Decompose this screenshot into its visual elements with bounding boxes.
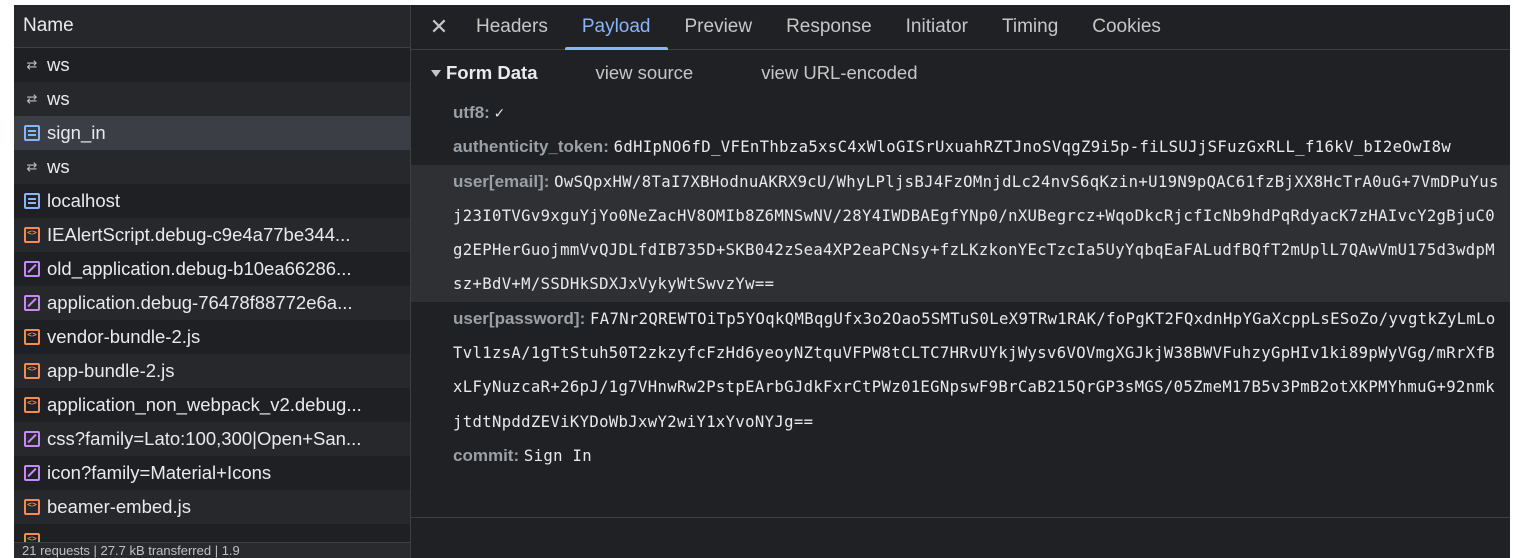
field-key: commit: [453,445,520,465]
request-list: Name ⇄ ws ⇄ ws sign_in ⇄ ws localhost IEAlertScr… [14,5,411,558]
request-row[interactable]: beamer-embed.js [14,490,410,524]
tab-preview[interactable]: Preview [668,5,770,49]
stylesheet-icon [24,295,40,311]
request-name: beamer-embed.js [47,496,191,517]
websocket-icon: ⇄ [26,91,38,106]
form-data-fields: utf8: ✓ authenticity_token: 6dHIpNO6fD_VF… [411,96,1510,473]
request-name: ws [47,156,70,177]
request-row[interactable]: icon?family=Material+Icons [14,456,410,490]
form-data-section-header[interactable]: Form Data view source view URL-encoded [411,50,1510,96]
field-key: user[password]: [453,308,586,328]
stylesheet-icon [24,431,40,447]
collapse-triangle-icon[interactable] [431,69,441,77]
tab-timing[interactable]: Timing [985,5,1075,49]
field-value: ✓ [494,104,505,122]
close-icon[interactable]: ✕ [419,5,459,49]
tab-cookies[interactable]: Cookies [1075,5,1178,49]
form-field[interactable]: commit: Sign In [453,439,1504,473]
request-row[interactable]: application.debug-76478f88772e6a... [14,286,410,320]
request-name: app-bundle-2.js [47,360,175,381]
form-field[interactable]: utf8: ✓ [453,96,1504,130]
request-row[interactable]: sign_in [14,116,410,150]
field-value: FA7Nr2QREWTOiTp5YOqkQMBqgUfx3o2Oao5SMTuS… [453,309,1496,431]
field-value: OwSQpxHW/8TaI7XBHodnuAKRX9cU/WhyLPljsBJ4… [453,172,1499,294]
request-name: css?family=Lato:100,300|Open+San... [47,428,362,449]
script-icon [24,227,40,243]
form-data-title: Form Data [446,62,538,83]
view-url-encoded-link[interactable]: view URL-encoded [761,62,917,84]
script-icon [24,397,40,413]
field-key: utf8: [453,103,490,122]
tab-response[interactable]: Response [769,5,889,49]
stylesheet-icon [24,261,40,277]
request-name: ws [47,88,70,109]
request-row[interactable]: vendor-bundle-2.js [14,320,410,354]
request-row[interactable]: css?family=Lato:100,300|Open+San... [14,422,410,456]
name-column-header[interactable]: Name [14,5,410,48]
field-value: 6dHIpNO6fD_VFEnThbza5xsC4xWloGISrUxuahRZ… [613,138,1452,157]
request-row[interactable]: ⇄ ws [14,48,410,82]
websocket-icon: ⇄ [26,57,38,72]
tab-list: Headers Payload Preview Response Initiator Ti… [459,5,1178,50]
form-field[interactable]: user[password]: FA7Nr2QREWTOiTp5YOqkQMBq… [453,302,1504,439]
request-name: sign_in [47,122,106,143]
document-icon [24,193,40,209]
form-field[interactable]: authenticity_token: 6dHIpNO6fD_VFEnThbza… [453,130,1504,164]
request-details-panel: ✕ Headers Payload Preview Response Initiator… [411,5,1510,558]
devtools-network-panel: Name ⇄ ws ⇄ ws sign_in ⇄ ws localhost IEAlertScr… [14,5,1510,558]
request-row[interactable]: application_non_webpack_v2.debug... [14,388,410,422]
stylesheet-icon [24,465,40,481]
request-name: localhost [47,190,121,211]
request-name: ws [47,54,70,75]
websocket-icon: ⇄ [26,159,38,174]
script-icon [24,329,40,345]
request-name: application_non_webpack_v2.debug... [47,394,362,415]
tab-initiator[interactable]: Initiator [889,5,985,49]
request-name: application.debug-76478f88772e6a... [47,292,353,313]
request-row[interactable]: ⇄ ws [14,82,410,116]
script-icon [24,499,40,515]
request-rows: ⇄ ws ⇄ ws sign_in ⇄ ws localhost IEAlertScript.d… [14,48,410,558]
status-bar: 21 requests | 27.7 kB transferred | 1.9 [14,542,410,558]
request-name: IEAlertScript.debug-c9e4a77be344... [47,224,351,245]
form-field[interactable]: user[email]: OwSQpxHW/8TaI7XBHodnuAKRX9c… [411,164,1510,302]
script-icon [24,363,40,379]
field-value: Sign In [523,446,593,465]
request-name: old_application.debug-b10ea66286... [47,258,352,279]
request-row[interactable]: old_application.debug-b10ea66286... [14,252,410,286]
request-row[interactable]: IEAlertScript.debug-c9e4a77be344... [14,218,410,252]
request-row[interactable]: localhost [14,184,410,218]
tab-payload[interactable]: Payload [564,5,668,50]
request-row[interactable]: ⇄ ws [14,150,410,184]
view-source-link[interactable]: view source [596,62,694,84]
request-name: icon?family=Material+Icons [47,462,272,483]
request-row[interactable]: app-bundle-2.js [14,354,410,388]
document-icon [24,125,40,141]
tab-headers[interactable]: Headers [459,5,565,49]
divider [411,517,1510,518]
field-key: authenticity_token: [453,137,609,157]
field-key: user[email]: [453,171,550,191]
request-name: vendor-bundle-2.js [47,326,201,347]
details-tab-bar: ✕ Headers Payload Preview Response Initiator… [411,5,1510,50]
